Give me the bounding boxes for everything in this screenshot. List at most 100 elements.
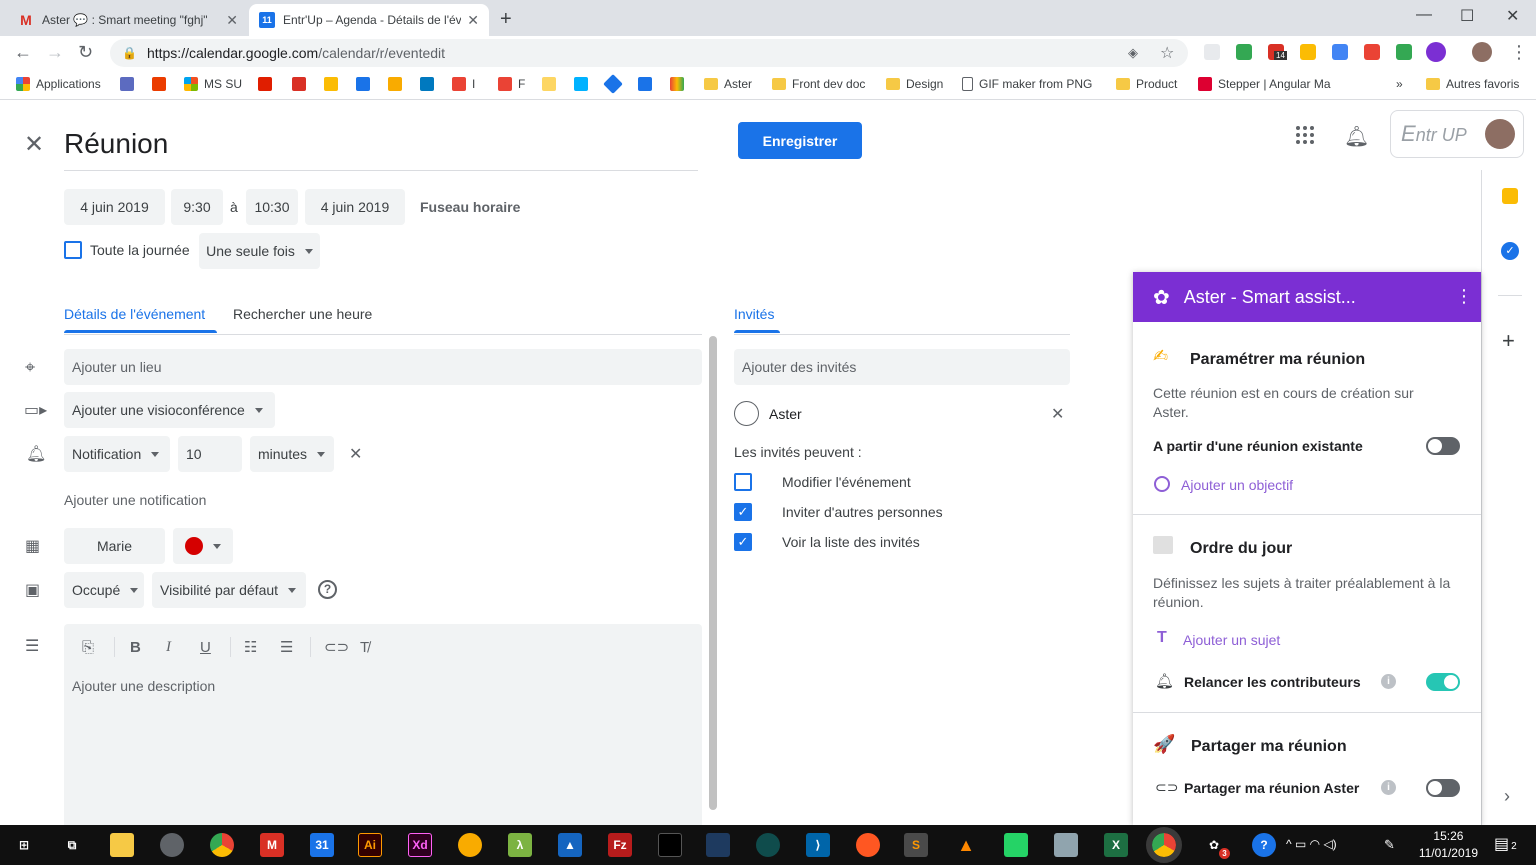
bold-button[interactable]: B: [130, 639, 141, 656]
gmail-icon[interactable]: M: [260, 833, 284, 857]
browser-tab-gmail[interactable]: M Aster 💬 : Smart meeting "fghj" ✕: [8, 4, 248, 36]
availability-dropdown[interactable]: Occupé: [64, 572, 144, 608]
task-view-icon[interactable]: ⧉: [60, 833, 84, 857]
bookmark-icon[interactable]: [574, 77, 594, 91]
app-icon[interactable]: [458, 833, 482, 857]
end-time-field[interactable]: 10:30: [246, 189, 298, 225]
illustrator-icon[interactable]: Ai: [358, 833, 382, 857]
bookmark-icon[interactable]: [542, 77, 562, 91]
menu-icon[interactable]: ⋮: [1510, 42, 1528, 63]
add-notification-link[interactable]: Ajouter une notification: [64, 492, 206, 508]
whatsapp-icon[interactable]: [1004, 833, 1028, 857]
apps-grid-icon[interactable]: [1296, 126, 1314, 144]
app-icon[interactable]: ▲: [558, 833, 582, 857]
filezilla-icon[interactable]: Fz: [608, 833, 632, 857]
share-meeting-toggle[interactable]: [1426, 779, 1460, 797]
start-date-field[interactable]: 4 juin 2019: [64, 189, 165, 225]
forward-icon[interactable]: →: [46, 42, 64, 63]
extension-icon[interactable]: [1396, 44, 1412, 60]
close-window-button[interactable]: ✕: [1506, 6, 1519, 26]
timezone-link[interactable]: Fuseau horaire: [420, 199, 520, 215]
bookmark-i[interactable]: I: [452, 77, 475, 91]
tab-find-time[interactable]: Rechercher une heure: [233, 306, 372, 322]
remove-notification-icon[interactable]: ✕: [349, 444, 362, 464]
action-center-icon[interactable]: ▤ 2: [1494, 834, 1517, 854]
help-icon[interactable]: ?: [318, 580, 337, 599]
bookmark-folder-design[interactable]: Design: [886, 77, 943, 91]
app-icon[interactable]: [856, 833, 880, 857]
xd-icon[interactable]: Xd: [408, 833, 432, 857]
bookmark-folder-aster[interactable]: Aster: [704, 77, 752, 91]
all-day-checkbox[interactable]: [64, 241, 82, 259]
windows-start-icon[interactable]: ⊞: [12, 833, 36, 857]
more-options-icon[interactable]: ⋮: [1455, 286, 1473, 307]
close-icon[interactable]: ✕: [226, 12, 238, 29]
tasks-icon[interactable]: ✓: [1501, 242, 1519, 260]
bookmarks-overflow-button[interactable]: »: [1396, 77, 1403, 91]
location-input[interactable]: Ajouter un lieu: [64, 349, 702, 385]
reload-icon[interactable]: ↻: [78, 42, 93, 63]
calendar-owner-dropdown[interactable]: Marie: [64, 528, 165, 564]
app-icon[interactable]: [706, 833, 730, 857]
tab-guests[interactable]: Invités: [734, 306, 774, 322]
app-icon[interactable]: [1054, 833, 1078, 857]
bookmark-icon[interactable]: [258, 77, 278, 91]
notification-unit-dropdown[interactable]: minutes: [250, 436, 334, 472]
bookmark-icon[interactable]: [324, 77, 344, 91]
expand-chevron-icon[interactable]: ›: [1504, 786, 1510, 807]
save-button[interactable]: Enregistrer: [738, 122, 862, 159]
excel-icon[interactable]: X: [1104, 833, 1128, 857]
bookmark-apps[interactable]: Applications: [16, 77, 101, 91]
remove-guest-icon[interactable]: ✕: [1051, 404, 1064, 424]
help-app-icon[interactable]: ?: [1252, 833, 1276, 857]
description-editor[interactable]: ⎘ B I U ☷ ☰ ⊂⊃ T̸ Ajouter une descriptio…: [64, 624, 702, 825]
bookmark-icon[interactable]: [603, 74, 626, 94]
lambda-app-icon[interactable]: λ: [508, 833, 532, 857]
bookmark-icon[interactable]: [356, 77, 376, 91]
bookmark-folder-autres-favoris[interactable]: Autres favoris: [1426, 77, 1519, 91]
back-icon[interactable]: ←: [14, 42, 32, 63]
browser-tab-calendar[interactable]: 11 Entr'Up – Agenda - Détails de l'év ✕: [249, 4, 489, 36]
add-guests-input[interactable]: Ajouter des invités: [734, 349, 1070, 385]
bookmark-icon[interactable]: [152, 77, 172, 91]
underline-button[interactable]: U: [200, 639, 211, 656]
bookmark-icon[interactable]: [420, 77, 440, 91]
bookmark-folder-product[interactable]: Product: [1116, 77, 1177, 91]
add-topic-link[interactable]: Ajouter un sujet: [1183, 632, 1280, 648]
extension-badge-icon[interactable]: 14: [1268, 44, 1287, 60]
close-icon[interactable]: ✕: [467, 12, 479, 29]
profile-avatar[interactable]: [1472, 42, 1492, 62]
bookmark-icon[interactable]: [670, 77, 690, 91]
extension-icon[interactable]: [1236, 44, 1252, 60]
bookmark-stepper-angular[interactable]: Stepper | Angular Ma: [1198, 77, 1338, 91]
numbered-list-icon[interactable]: ☷: [244, 638, 257, 656]
clear-formatting-icon[interactable]: T̸: [360, 639, 369, 656]
close-editor-icon[interactable]: ✕: [24, 130, 44, 159]
sublime-icon[interactable]: S: [904, 833, 928, 857]
maximize-button[interactable]: ☐: [1460, 6, 1474, 26]
remind-contributors-toggle[interactable]: [1426, 673, 1460, 691]
notification-type-dropdown[interactable]: Notification: [64, 436, 170, 472]
info-icon[interactable]: i: [1381, 780, 1396, 795]
permission-modify-checkbox[interactable]: [734, 473, 752, 491]
bookmark-icon[interactable]: [120, 77, 140, 91]
add-addon-icon[interactable]: +: [1502, 328, 1515, 354]
bookmark-icon[interactable]: [388, 77, 408, 91]
chrome-icon[interactable]: [210, 833, 234, 857]
bookmark-folder-front-dev-doc[interactable]: Front dev doc: [772, 77, 865, 91]
extension-icon[interactable]: [1332, 44, 1348, 60]
chrome-active-icon[interactable]: [1146, 827, 1182, 863]
start-time-field[interactable]: 9:30: [171, 189, 223, 225]
permission-see-list-checkbox[interactable]: ✓: [734, 533, 752, 551]
link-icon[interactable]: ⊂⊃: [324, 638, 349, 656]
info-icon[interactable]: i: [1381, 674, 1396, 689]
extension-icon[interactable]: [1300, 44, 1316, 60]
account-switcher[interactable]: Entr UP: [1390, 110, 1524, 158]
extension-icon[interactable]: [1204, 44, 1220, 60]
terminal-icon[interactable]: [658, 833, 682, 857]
keep-icon[interactable]: [1502, 188, 1518, 204]
aster-extension-icon[interactable]: [1426, 42, 1446, 62]
star-icon[interactable]: ☆: [1160, 43, 1174, 63]
app-icon[interactable]: [756, 833, 780, 857]
bulleted-list-icon[interactable]: ☰: [280, 638, 293, 656]
